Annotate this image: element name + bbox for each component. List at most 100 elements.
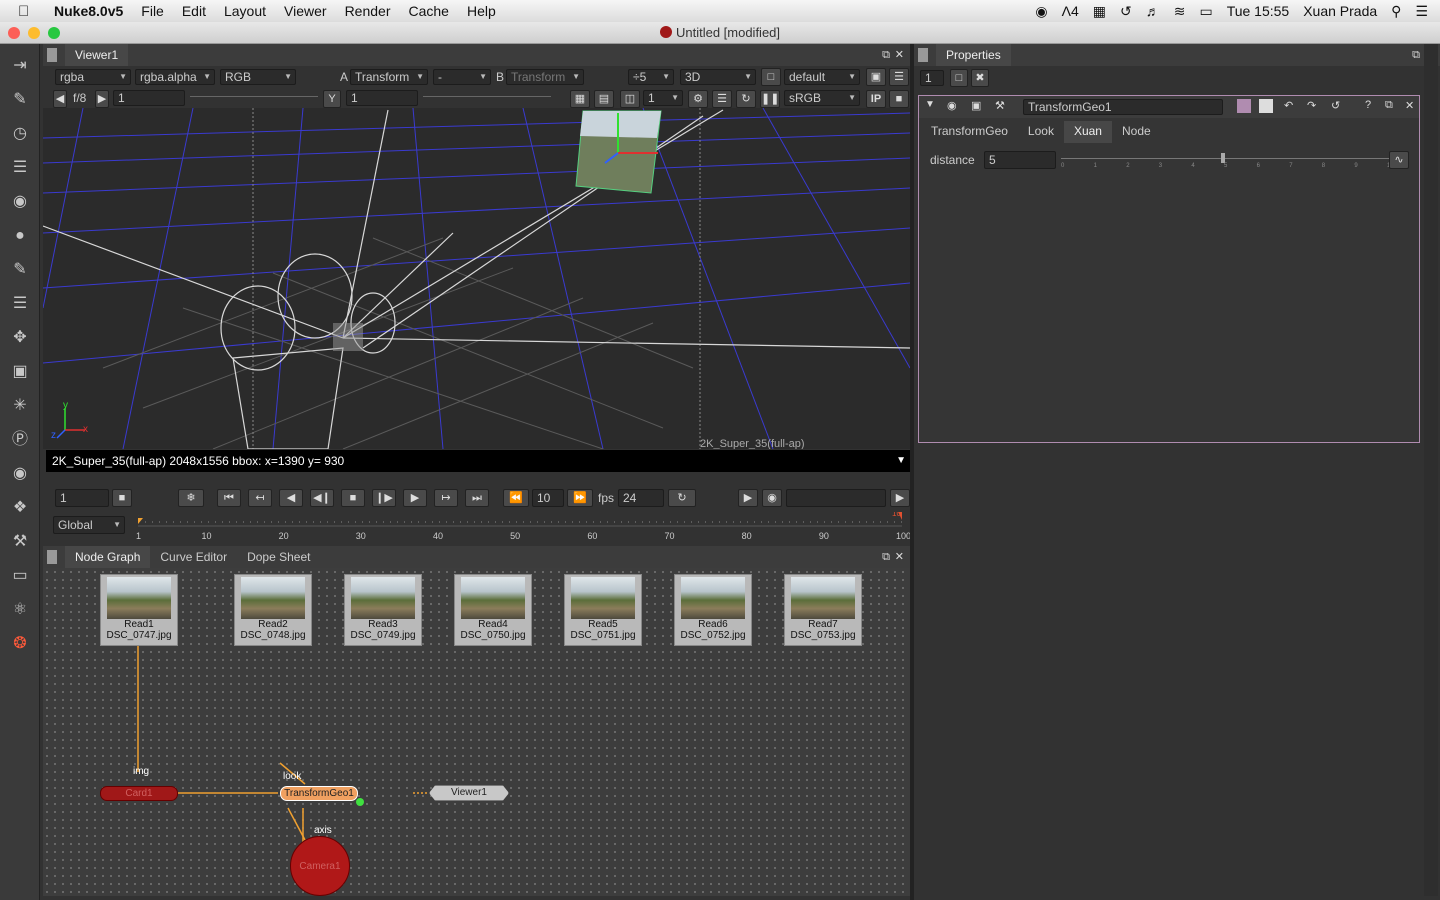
menu-render[interactable]: Render: [345, 3, 391, 19]
flipbook-icon[interactable]: ▶: [738, 489, 758, 507]
animation-curve-icon[interactable]: ∿: [1389, 151, 1409, 169]
frame-range-dropdown[interactable]: Global ▼: [53, 516, 125, 534]
gamma-toggle[interactable]: Y: [323, 90, 341, 108]
nuke-nodes-icon[interactable]: ❂: [8, 632, 32, 656]
proxy-icon[interactable]: ◫: [620, 90, 640, 108]
tab-xuan[interactable]: Xuan: [1063, 121, 1112, 143]
volume-icon[interactable]: ♬: [1146, 3, 1160, 19]
increment-input[interactable]: 10: [532, 489, 564, 507]
pause-icon[interactable]: ❚❚: [760, 90, 780, 108]
read-node-3[interactable]: Read3 DSC_0749.jpg: [344, 574, 422, 646]
read-node-7[interactable]: Read7 DSC_0753.jpg: [784, 574, 862, 646]
view-mode-dropdown[interactable]: 3D ▼: [680, 69, 756, 85]
panel-menu-icon[interactable]: [47, 48, 57, 62]
tab-properties[interactable]: Properties: [936, 44, 1011, 66]
menu-file[interactable]: File: [141, 3, 164, 19]
viewer-3d-canvas[interactable]: y x z 2K_Super_35(full-ap): [43, 108, 910, 449]
input-process-button[interactable]: IP: [866, 90, 886, 108]
viewer-toggle-icon[interactable]: ◉: [947, 99, 957, 112]
tab-transformgeo[interactable]: TransformGeo: [921, 121, 1018, 143]
compare-mode-dropdown[interactable]: - ▼: [433, 69, 491, 85]
clip-warning-icon[interactable]: ▤: [594, 90, 614, 108]
camera-node[interactable]: Camera1: [290, 836, 350, 896]
close-panel-icon[interactable]: ✕: [895, 44, 904, 66]
panel-menu-icon[interactable]: [47, 550, 57, 564]
gain-input[interactable]: 1: [113, 90, 185, 106]
battery-meter-icon[interactable]: ▦: [1093, 3, 1106, 20]
cache-icon[interactable]: ▶: [890, 489, 910, 507]
tab-viewer1[interactable]: Viewer1: [65, 44, 129, 66]
deep-nodes-icon[interactable]: Ⓟ: [8, 428, 32, 452]
skip-back-icon[interactable]: ⏪: [503, 489, 529, 507]
roi-icon[interactable]: ▦: [570, 90, 590, 108]
wipe-icon[interactable]: ■: [889, 90, 909, 108]
info-expand-icon[interactable]: ▼: [896, 450, 906, 472]
clear-properties-icon[interactable]: ✖: [971, 69, 989, 87]
furnace-nodes-icon[interactable]: ⚛: [8, 598, 32, 622]
play-backward-icon[interactable]: ◀❙: [310, 489, 334, 507]
adobe-icon[interactable]: Λ4: [1062, 3, 1079, 19]
read-node-5[interactable]: Read5 DSC_0751.jpg: [564, 574, 642, 646]
tab-node[interactable]: Node: [1112, 121, 1161, 143]
keyer-nodes-icon[interactable]: ✎: [8, 258, 32, 282]
alpha-channel-dropdown[interactable]: rgba.alpha ▼: [135, 69, 215, 85]
evernote-icon[interactable]: ◉: [1035, 3, 1047, 20]
tab-curve-editor[interactable]: Curve Editor: [150, 546, 237, 568]
read-node-2[interactable]: Read2 DSC_0748.jpg: [234, 574, 312, 646]
close-panel-icon[interactable]: ✕: [895, 546, 904, 568]
prev-keyframe-icon[interactable]: ↤: [248, 489, 272, 507]
snowflake-icon[interactable]: ❄: [178, 489, 204, 507]
lock-camera-icon[interactable]: □: [761, 68, 781, 86]
app-menu[interactable]: Nuke8.0v5: [54, 3, 123, 19]
color-nodes-icon[interactable]: ◉: [8, 190, 32, 214]
play-forward-icon[interactable]: ❙▶: [372, 489, 396, 507]
panel-menu-icon[interactable]: [918, 48, 928, 62]
3d-nodes-icon[interactable]: ▣: [8, 360, 32, 384]
menu-edit[interactable]: Edit: [182, 3, 206, 19]
menu-cache[interactable]: Cache: [408, 3, 448, 19]
draw-nodes-icon[interactable]: ✎: [8, 88, 32, 112]
battery-icon[interactable]: ▭: [1199, 3, 1212, 20]
viewer-node[interactable]: Viewer1: [429, 785, 509, 801]
first-frame-icon[interactable]: ⏮: [217, 489, 241, 507]
float-panel-icon[interactable]: ⧉: [1412, 44, 1420, 66]
center-icon[interactable]: ▣: [971, 99, 981, 112]
fps-input[interactable]: 24: [618, 489, 664, 507]
zoom-window-button[interactable]: [48, 27, 60, 39]
float-node-icon[interactable]: ⧉: [1385, 99, 1393, 112]
spotlight-icon[interactable]: ⚲: [1391, 3, 1401, 20]
float-panel-icon[interactable]: ⧉: [882, 44, 890, 66]
toolsets-icon[interactable]: ⚒: [8, 530, 32, 554]
refresh-icon[interactable]: ↻: [736, 90, 756, 108]
tab-look[interactable]: Look: [1018, 121, 1064, 143]
channel-nodes-icon[interactable]: ☰: [8, 156, 32, 180]
transform-geo-node[interactable]: TransformGeo1: [280, 786, 358, 801]
other-nodes-icon[interactable]: ▭: [8, 564, 32, 588]
read-node-1[interactable]: Read1 DSC_0747.jpg: [100, 574, 178, 646]
render-settings-icon[interactable]: ⚙: [688, 90, 708, 108]
max-panels-input[interactable]: 1: [920, 70, 944, 86]
prev-frame-icon[interactable]: ◀: [279, 489, 303, 507]
current-frame-input[interactable]: 1: [55, 489, 109, 507]
lut-dropdown[interactable]: sRGB ▼: [784, 90, 860, 106]
merge-nodes-icon[interactable]: ☰: [8, 292, 32, 316]
fstop-increase-icon[interactable]: ▶: [95, 90, 109, 108]
properties-scrollbar[interactable]: [1424, 44, 1438, 896]
lock-frame-icon[interactable]: ■: [112, 489, 132, 507]
card-node[interactable]: Card1: [100, 786, 178, 801]
fstop-value[interactable]: f/8: [73, 91, 86, 105]
gl-color-icon[interactable]: [1259, 99, 1273, 113]
input-b-dropdown[interactable]: Transform ▼: [506, 69, 584, 85]
undo-icon[interactable]: ↶: [1284, 99, 1293, 112]
display-channels-dropdown[interactable]: RGB ▼: [220, 69, 296, 85]
float-panel-icon[interactable]: ⧉: [882, 546, 890, 568]
distance-slider-handle[interactable]: [1221, 153, 1225, 163]
notification-center-icon[interactable]: ☰: [1415, 3, 1428, 20]
close-window-button[interactable]: [8, 27, 20, 39]
read-node-4[interactable]: Read4 DSC_0750.jpg: [454, 574, 532, 646]
fstop-decrease-icon[interactable]: ◀: [53, 90, 67, 108]
skip-forward-icon[interactable]: ⏩: [567, 489, 593, 507]
camera-dropdown[interactable]: default ▼: [784, 69, 860, 85]
wifi-icon[interactable]: ≋: [1174, 3, 1186, 20]
node-graph[interactable]: Read1 DSC_0747.jpg Read2 DSC_0748.jpg Read…: [43, 568, 910, 896]
